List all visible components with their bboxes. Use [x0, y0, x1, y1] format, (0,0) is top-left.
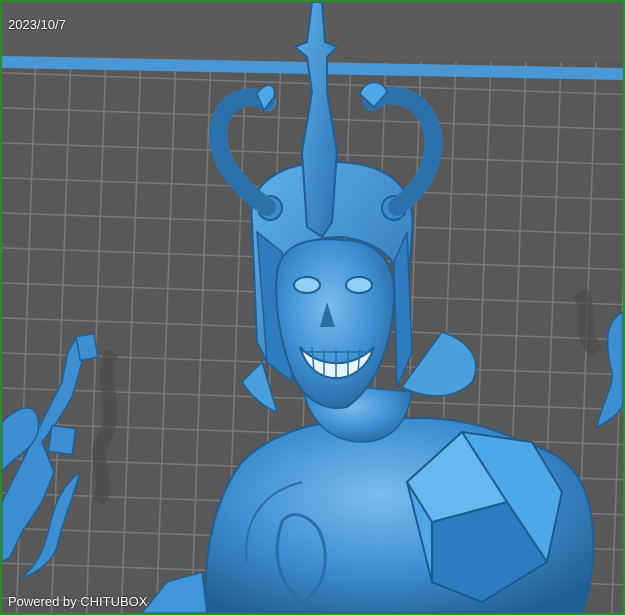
left-tentacles: [2, 332, 99, 578]
skull-face: [275, 238, 396, 409]
powered-by-label: Powered by CHITUBOX: [8, 594, 148, 609]
figure-helmet-snakes-icon: [2, 2, 623, 613]
date-stamp: 2023/10/7: [8, 17, 66, 32]
model-viewport[interactable]: 2023/10/7 Powered by CHITUBOX: [0, 0, 625, 615]
right-tentacle: [595, 311, 623, 429]
